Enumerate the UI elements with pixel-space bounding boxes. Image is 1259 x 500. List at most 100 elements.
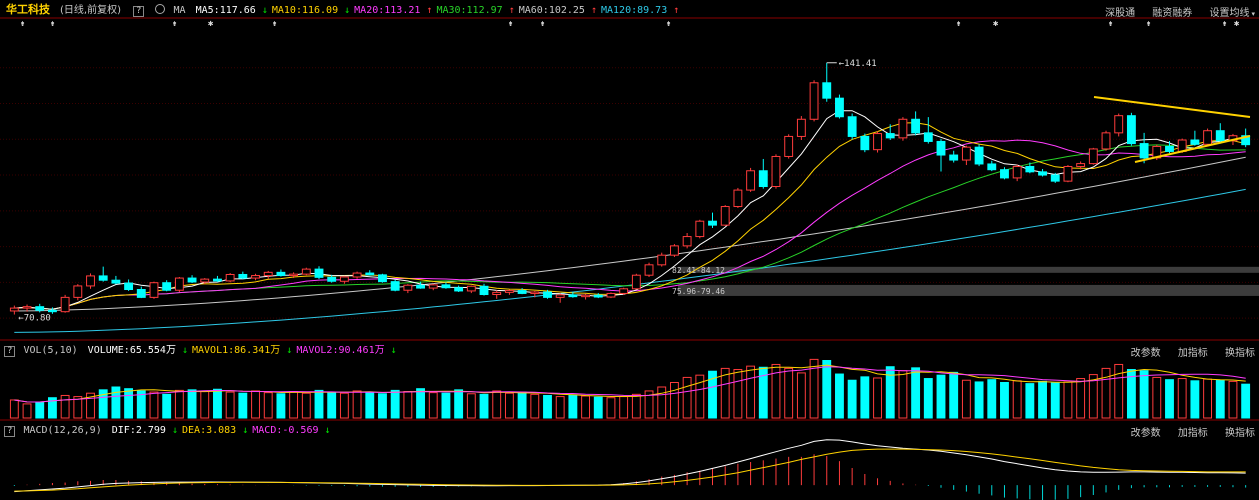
candle-body (746, 170, 756, 191)
candle-body (162, 282, 172, 291)
macd-add-indicator[interactable]: 加指标 (1178, 428, 1208, 439)
volume-bar (149, 391, 159, 419)
volume-bar (1139, 370, 1149, 419)
candle-body (314, 268, 324, 278)
volume-bar (1076, 378, 1086, 419)
candle-body (492, 291, 502, 296)
band-lower-label: 75.96-79.46 (672, 287, 725, 296)
mavol1-line (14, 364, 1246, 403)
candle-body (378, 274, 387, 283)
candle-body (454, 287, 464, 292)
macd-change-params[interactable]: 改参数 (1131, 428, 1161, 439)
volume-bar (631, 393, 641, 419)
volume-bar (784, 367, 794, 419)
volume-bar (492, 390, 502, 419)
volume-bar (174, 389, 184, 419)
volume-bar (504, 392, 514, 419)
ma10-line (14, 122, 1246, 310)
volume-bar (314, 389, 324, 419)
volume-bar (1063, 381, 1073, 419)
candle-body (606, 292, 616, 298)
volume-bar (428, 392, 438, 419)
candle-body (276, 271, 286, 277)
candle-body (213, 278, 222, 282)
candle-body (860, 135, 870, 151)
volume-bar (454, 389, 464, 419)
candle-body (1025, 165, 1035, 173)
candle-body (35, 306, 45, 311)
dif-line (14, 439, 1246, 493)
candle-body (543, 291, 552, 298)
candle-body (428, 284, 438, 289)
candle-body (1076, 163, 1086, 167)
volume-bar (441, 392, 451, 419)
vol-legend-item-1: MAVOL1:86.341万 ↓ (192, 345, 293, 356)
volume-bar (923, 378, 933, 419)
macd-help-icon[interactable]: ? (4, 426, 16, 437)
candle-body (517, 290, 527, 294)
vol-legend-arrow-icon-2: ↓ (390, 345, 397, 356)
candle-body (555, 294, 565, 298)
macd-legend-arrow-icon-2: ↓ (324, 425, 331, 436)
candle-body (974, 146, 984, 165)
vol-name: VOL(5,10) (23, 345, 78, 356)
candle-body (1215, 130, 1225, 142)
low-price-label: ←70.80 (18, 314, 51, 324)
volume-bar (1114, 363, 1124, 419)
volume-bar (568, 394, 578, 419)
candle-body (416, 284, 425, 289)
volume-bar (1165, 379, 1174, 419)
volume-bar (581, 395, 591, 419)
candle-body (339, 276, 349, 282)
candle-body (1012, 165, 1022, 179)
volume-bar (1228, 380, 1238, 419)
volume-bar (200, 391, 210, 419)
vol-legend-arrow-icon-0: ↓ (181, 345, 188, 356)
candle-body (1139, 143, 1149, 159)
volume-bar (378, 393, 387, 419)
volume-bar (9, 399, 19, 419)
candle-body (923, 132, 933, 142)
volume-bar (885, 366, 895, 419)
macd-switch-indicator[interactable]: 换指标 (1225, 428, 1255, 439)
candle-body (682, 236, 692, 247)
candle-body (669, 245, 679, 256)
vol-legend-item-0: VOLUME:65.554万 ↓ (87, 345, 188, 356)
macd-links: 改参数 加指标 换指标 (1117, 424, 1255, 439)
vol-add-indicator[interactable]: 加指标 (1178, 348, 1208, 359)
volume-bar (1038, 380, 1047, 419)
volume-bar (974, 381, 984, 419)
candle-body (657, 254, 667, 266)
candle-body (720, 206, 730, 226)
candle-body (1038, 171, 1047, 176)
volume-bar (1152, 376, 1162, 419)
candle-body (581, 294, 591, 298)
candle-body (289, 273, 299, 277)
high-price-label: ←141.41 (839, 59, 877, 69)
candle-body (835, 97, 844, 118)
candle-body (796, 118, 806, 137)
vol-change-params[interactable]: 改参数 (1131, 348, 1161, 359)
volume-bar (530, 393, 540, 419)
volume-bar (1177, 378, 1187, 419)
candle-body (593, 294, 603, 298)
volume-bar (390, 389, 400, 419)
candle-body (619, 288, 629, 294)
candle-body (504, 290, 514, 293)
volume-bar (1101, 367, 1111, 419)
candle-body (885, 133, 895, 139)
candle-body (1050, 174, 1060, 182)
volume-bar (517, 391, 527, 419)
vol-legend: VOLUME:65.554万 ↓ MAVOL1:86.341万 ↓ MAVOL2:9… (88, 345, 401, 356)
macd-legend-item-0: DIF:2.799 ↓ (111, 425, 179, 436)
candle-body (911, 118, 921, 134)
ma5-line (14, 110, 1246, 310)
vol-help-icon[interactable]: ? (4, 346, 16, 357)
candle-body (1190, 139, 1200, 145)
volume-bar (466, 393, 476, 419)
vol-switch-indicator[interactable]: 换指标 (1225, 348, 1255, 359)
candle-body (1000, 169, 1009, 179)
vol-header: ? VOL(5,10) VOLUME:65.554万 ↓ MAVOL1:86.34… (0, 344, 401, 358)
volume-bar (669, 381, 679, 419)
candle-body (1203, 130, 1213, 145)
